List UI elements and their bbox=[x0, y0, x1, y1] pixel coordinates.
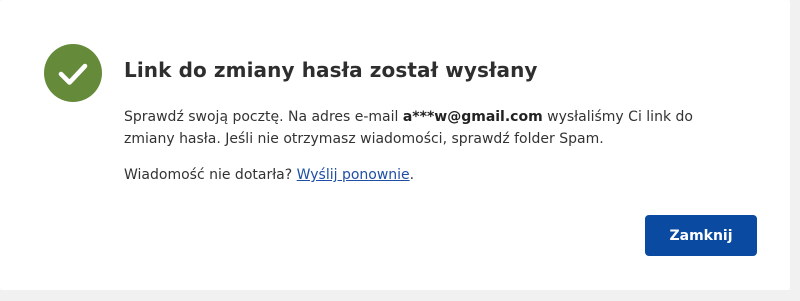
resend-prompt: Wiadomość nie dotarła? bbox=[124, 167, 297, 183]
resend-line: Wiadomość nie dotarła? Wyślij ponownie. bbox=[124, 164, 414, 186]
dialog-title: Link do zmiany hasła został wysłany bbox=[124, 58, 538, 82]
resend-suffix: . bbox=[409, 167, 415, 183]
close-button[interactable]: Zamknij bbox=[645, 215, 757, 256]
message-intro: Sprawdź swoją pocztę. Na adres e-mail bbox=[124, 109, 403, 125]
password-reset-sent-dialog: Link do zmiany hasła został wysłany Spra… bbox=[0, 0, 790, 290]
dialog-message: Sprawdź swoją pocztę. Na adres e-mail a*… bbox=[124, 106, 744, 150]
checkmark-circle-icon bbox=[44, 44, 102, 102]
masked-email: a***w@gmail.com bbox=[402, 109, 543, 125]
resend-link[interactable]: Wyślij ponownie bbox=[297, 167, 410, 183]
